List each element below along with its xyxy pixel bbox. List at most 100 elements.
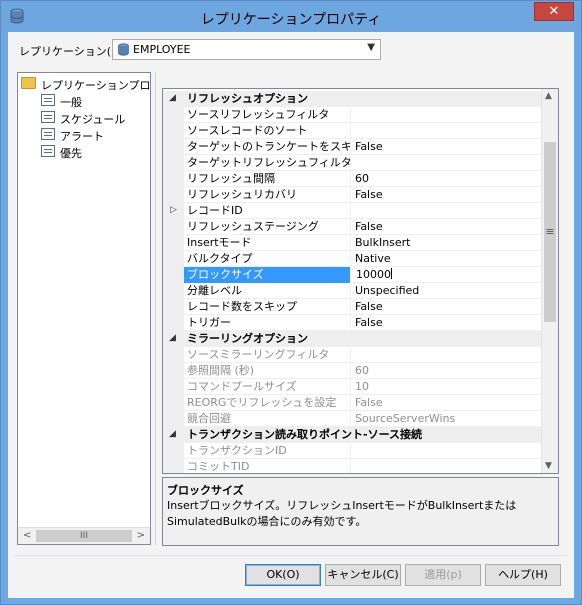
category-label[interactable]: リフレッシュオプション bbox=[184, 91, 534, 107]
category-label[interactable]: ミラーリングオプション bbox=[184, 331, 534, 347]
property-name: ターゲットのトランケートをスキップ bbox=[184, 139, 351, 155]
apply-button[interactable]: 適用(p) bbox=[405, 564, 481, 586]
property-value: False bbox=[355, 396, 383, 409]
category-label[interactable]: トランザクション読み取りポイント-ソース接続 bbox=[184, 427, 534, 443]
grid-property-row[interactable]: コミットTID bbox=[163, 459, 541, 473]
replication-combobox[interactable]: EMPLOYEE ▼ bbox=[112, 39, 381, 60]
scroll-left-icon[interactable]: < bbox=[23, 530, 31, 541]
grid-property-row[interactable]: ターゲットのトランケートをスキップFalse bbox=[163, 139, 541, 155]
property-value[interactable]: Native bbox=[352, 251, 541, 267]
collapse-icon[interactable]: ◢ bbox=[169, 93, 176, 103]
tree-horizontal-scrollbar[interactable]: < III > bbox=[18, 527, 150, 544]
grid-property-row[interactable]: ▷ レコードID bbox=[163, 203, 541, 219]
property-value[interactable]: Unspecified bbox=[352, 283, 541, 299]
property-value[interactable] bbox=[352, 123, 541, 139]
close-icon: ✕ bbox=[548, 4, 560, 19]
page-icon bbox=[41, 128, 55, 140]
grid-property-row[interactable]: ソースリフレッシュフィルタ bbox=[163, 107, 541, 123]
property-name: リフレッシュ間隔 bbox=[184, 171, 351, 187]
grid-property-row[interactable]: ターゲットリフレッシュフィルタ bbox=[163, 155, 541, 171]
tree-item-general[interactable]: 一般 bbox=[18, 92, 150, 109]
grid-property-row[interactable]: 分離レベル Unspecified bbox=[163, 283, 541, 299]
property-value[interactable]: BulkInsert bbox=[352, 235, 541, 251]
grid-gutter bbox=[163, 155, 184, 171]
grid-property-row[interactable]: ブロックサイズ 10000 bbox=[163, 267, 541, 283]
grid-property-row[interactable]: トリガー False bbox=[163, 315, 541, 331]
replication-label: レプリケーション(R) bbox=[19, 45, 124, 58]
grid-gutter bbox=[163, 443, 184, 459]
property-value[interactable]: False bbox=[352, 315, 541, 331]
tree-root[interactable]: レプリケーションプロパティ bbox=[18, 75, 150, 92]
chevron-down-icon[interactable]: ▼ bbox=[367, 42, 375, 53]
grid-property-row[interactable]: ソースミラーリングフィルタ bbox=[163, 347, 541, 363]
title-bar[interactable]: レプリケーションプロパティ ✕ bbox=[1, 1, 581, 32]
property-value[interactable] bbox=[352, 155, 541, 171]
grid-category-row[interactable]: ◢ リフレッシュオプション bbox=[163, 91, 541, 107]
grid-property-row[interactable]: リフレッシュ間隔 60 bbox=[163, 171, 541, 187]
grid-property-row[interactable]: ソースレコードのソート bbox=[163, 123, 541, 139]
tree-item-label: アラート bbox=[60, 130, 104, 143]
collapse-icon[interactable]: ◢ bbox=[169, 333, 176, 343]
tree-item-priority[interactable]: 優先 bbox=[18, 143, 150, 160]
grid-gutter: ◢ bbox=[163, 91, 184, 107]
grid-gutter bbox=[163, 171, 184, 187]
collapse-icon[interactable]: ◢ bbox=[169, 429, 176, 439]
property-tree[interactable]: レプリケーションプロパティ 一般 スケジュール アラート 優先 < III bbox=[17, 72, 151, 545]
help-button[interactable]: ヘルプ(H) bbox=[485, 564, 561, 586]
block-size-input[interactable]: 10000 bbox=[354, 267, 539, 282]
cancel-button[interactable]: キャンセル(C) bbox=[325, 564, 401, 586]
description-panel: ブロックサイズ Insertブロックサイズ。リフレッシュInsertモードがBu… bbox=[162, 477, 559, 546]
close-button[interactable]: ✕ bbox=[534, 2, 574, 21]
divider bbox=[15, 555, 567, 556]
scroll-right-icon[interactable]: > bbox=[137, 530, 145, 541]
grid-gutter bbox=[163, 459, 184, 473]
page-icon bbox=[41, 145, 55, 157]
property-value[interactable]: False bbox=[352, 219, 541, 235]
expand-icon[interactable]: ▷ bbox=[170, 205, 177, 215]
property-grid[interactable]: ◢ リフレッシュオプション ソースリフレッシュフィルタ ソースレコードのソート ターゲッ… bbox=[162, 88, 559, 474]
grid-gutter bbox=[163, 315, 184, 331]
pane-divider[interactable] bbox=[155, 72, 156, 545]
grid-gutter bbox=[163, 235, 184, 251]
grid-category-row[interactable]: ◢ ミラーリングオプション bbox=[163, 331, 541, 347]
grid-property-row[interactable]: レコード数をスキップ False bbox=[163, 299, 541, 315]
property-value[interactable]: 60 bbox=[352, 171, 541, 187]
property-name: Insertモード bbox=[184, 235, 351, 251]
property-value[interactable] bbox=[352, 107, 541, 123]
property-name: ターゲットリフレッシュフィルタ bbox=[184, 155, 351, 171]
ok-button[interactable]: OK(O) bbox=[245, 564, 321, 586]
scroll-down-icon[interactable]: ▼ bbox=[545, 461, 552, 471]
property-value[interactable]: False bbox=[352, 187, 541, 203]
grid-property-row[interactable]: REORGでリフレッシュを設定 False bbox=[163, 395, 541, 411]
property-value bbox=[352, 443, 541, 459]
grid-gutter bbox=[163, 411, 184, 427]
grid-gutter bbox=[163, 379, 184, 395]
grid-property-row[interactable]: 参照間隔 (秒) 60 bbox=[163, 363, 541, 379]
property-name: コマンドプールサイズ bbox=[184, 379, 351, 395]
tree-item-alert[interactable]: アラート bbox=[18, 126, 150, 143]
property-value[interactable]: False bbox=[352, 299, 541, 315]
property-value[interactable]: False bbox=[352, 139, 541, 155]
tree-root-label: レプリケーションプロパティ bbox=[41, 79, 150, 92]
grid-property-row[interactable]: 競合回避 SourceServerWins bbox=[163, 411, 541, 427]
grid-property-row[interactable]: バルクタイプ Native bbox=[163, 251, 541, 267]
scroll-up-icon[interactable]: ▲ bbox=[545, 91, 552, 101]
property-name: 競合回避 bbox=[184, 411, 351, 427]
grid-property-row[interactable]: Insertモード BulkInsert bbox=[163, 235, 541, 251]
grid-property-row[interactable]: リフレッシュステージング False bbox=[163, 219, 541, 235]
grid-gutter: ◢ bbox=[163, 331, 184, 347]
property-name: レコードID bbox=[184, 203, 351, 219]
grid-property-row[interactable]: リフレッシュリカバリ False bbox=[163, 187, 541, 203]
folder-icon bbox=[21, 77, 36, 89]
grid-property-row[interactable]: トランザクションID bbox=[163, 443, 541, 459]
grid-category-row[interactable]: ◢ トランザクション読み取りポイント-ソース接続 bbox=[163, 427, 541, 443]
property-value-editor[interactable]: 10000 bbox=[352, 267, 541, 283]
scroll-thumb[interactable]: III bbox=[36, 530, 132, 542]
property-value[interactable] bbox=[352, 203, 541, 219]
grid-gutter bbox=[163, 107, 184, 123]
tree-item-schedule[interactable]: スケジュール bbox=[18, 109, 150, 126]
grid-vertical-scrollbar[interactable]: ▲ ≡ ▼ bbox=[541, 89, 558, 473]
block-size-value: 10000 bbox=[356, 268, 391, 281]
scroll-thumb[interactable]: ≡ bbox=[544, 142, 556, 322]
grid-property-row[interactable]: コマンドプールサイズ 10 bbox=[163, 379, 541, 395]
